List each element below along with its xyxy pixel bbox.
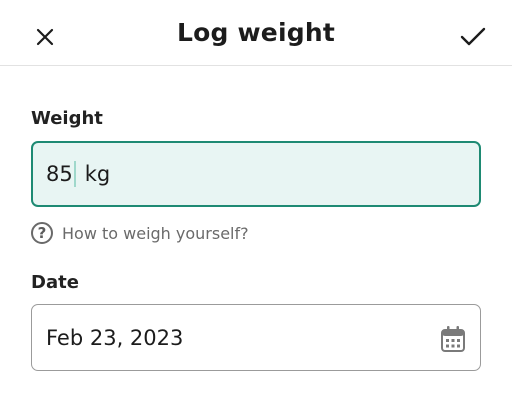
confirm-button[interactable] xyxy=(456,22,490,52)
calendar-icon[interactable] xyxy=(440,325,466,353)
date-label: Date xyxy=(31,272,79,293)
weight-value: 85 xyxy=(46,162,73,186)
weight-label: Weight xyxy=(31,108,103,129)
help-link-text: How to weigh yourself? xyxy=(62,223,249,243)
date-value: Feb 23, 2023 xyxy=(46,325,184,350)
weight-input[interactable]: 85 kg xyxy=(31,141,481,207)
checkmark-icon xyxy=(460,27,486,46)
text-caret xyxy=(73,161,76,187)
help-link[interactable]: ? How to weigh yourself? xyxy=(31,222,249,244)
question-mark-icon: ? xyxy=(31,222,53,244)
date-field[interactable]: Feb 23, 2023 xyxy=(31,304,481,371)
page-title: Log weight xyxy=(177,18,335,47)
app-header: Log weight xyxy=(0,0,512,66)
weight-unit: kg xyxy=(84,162,111,186)
